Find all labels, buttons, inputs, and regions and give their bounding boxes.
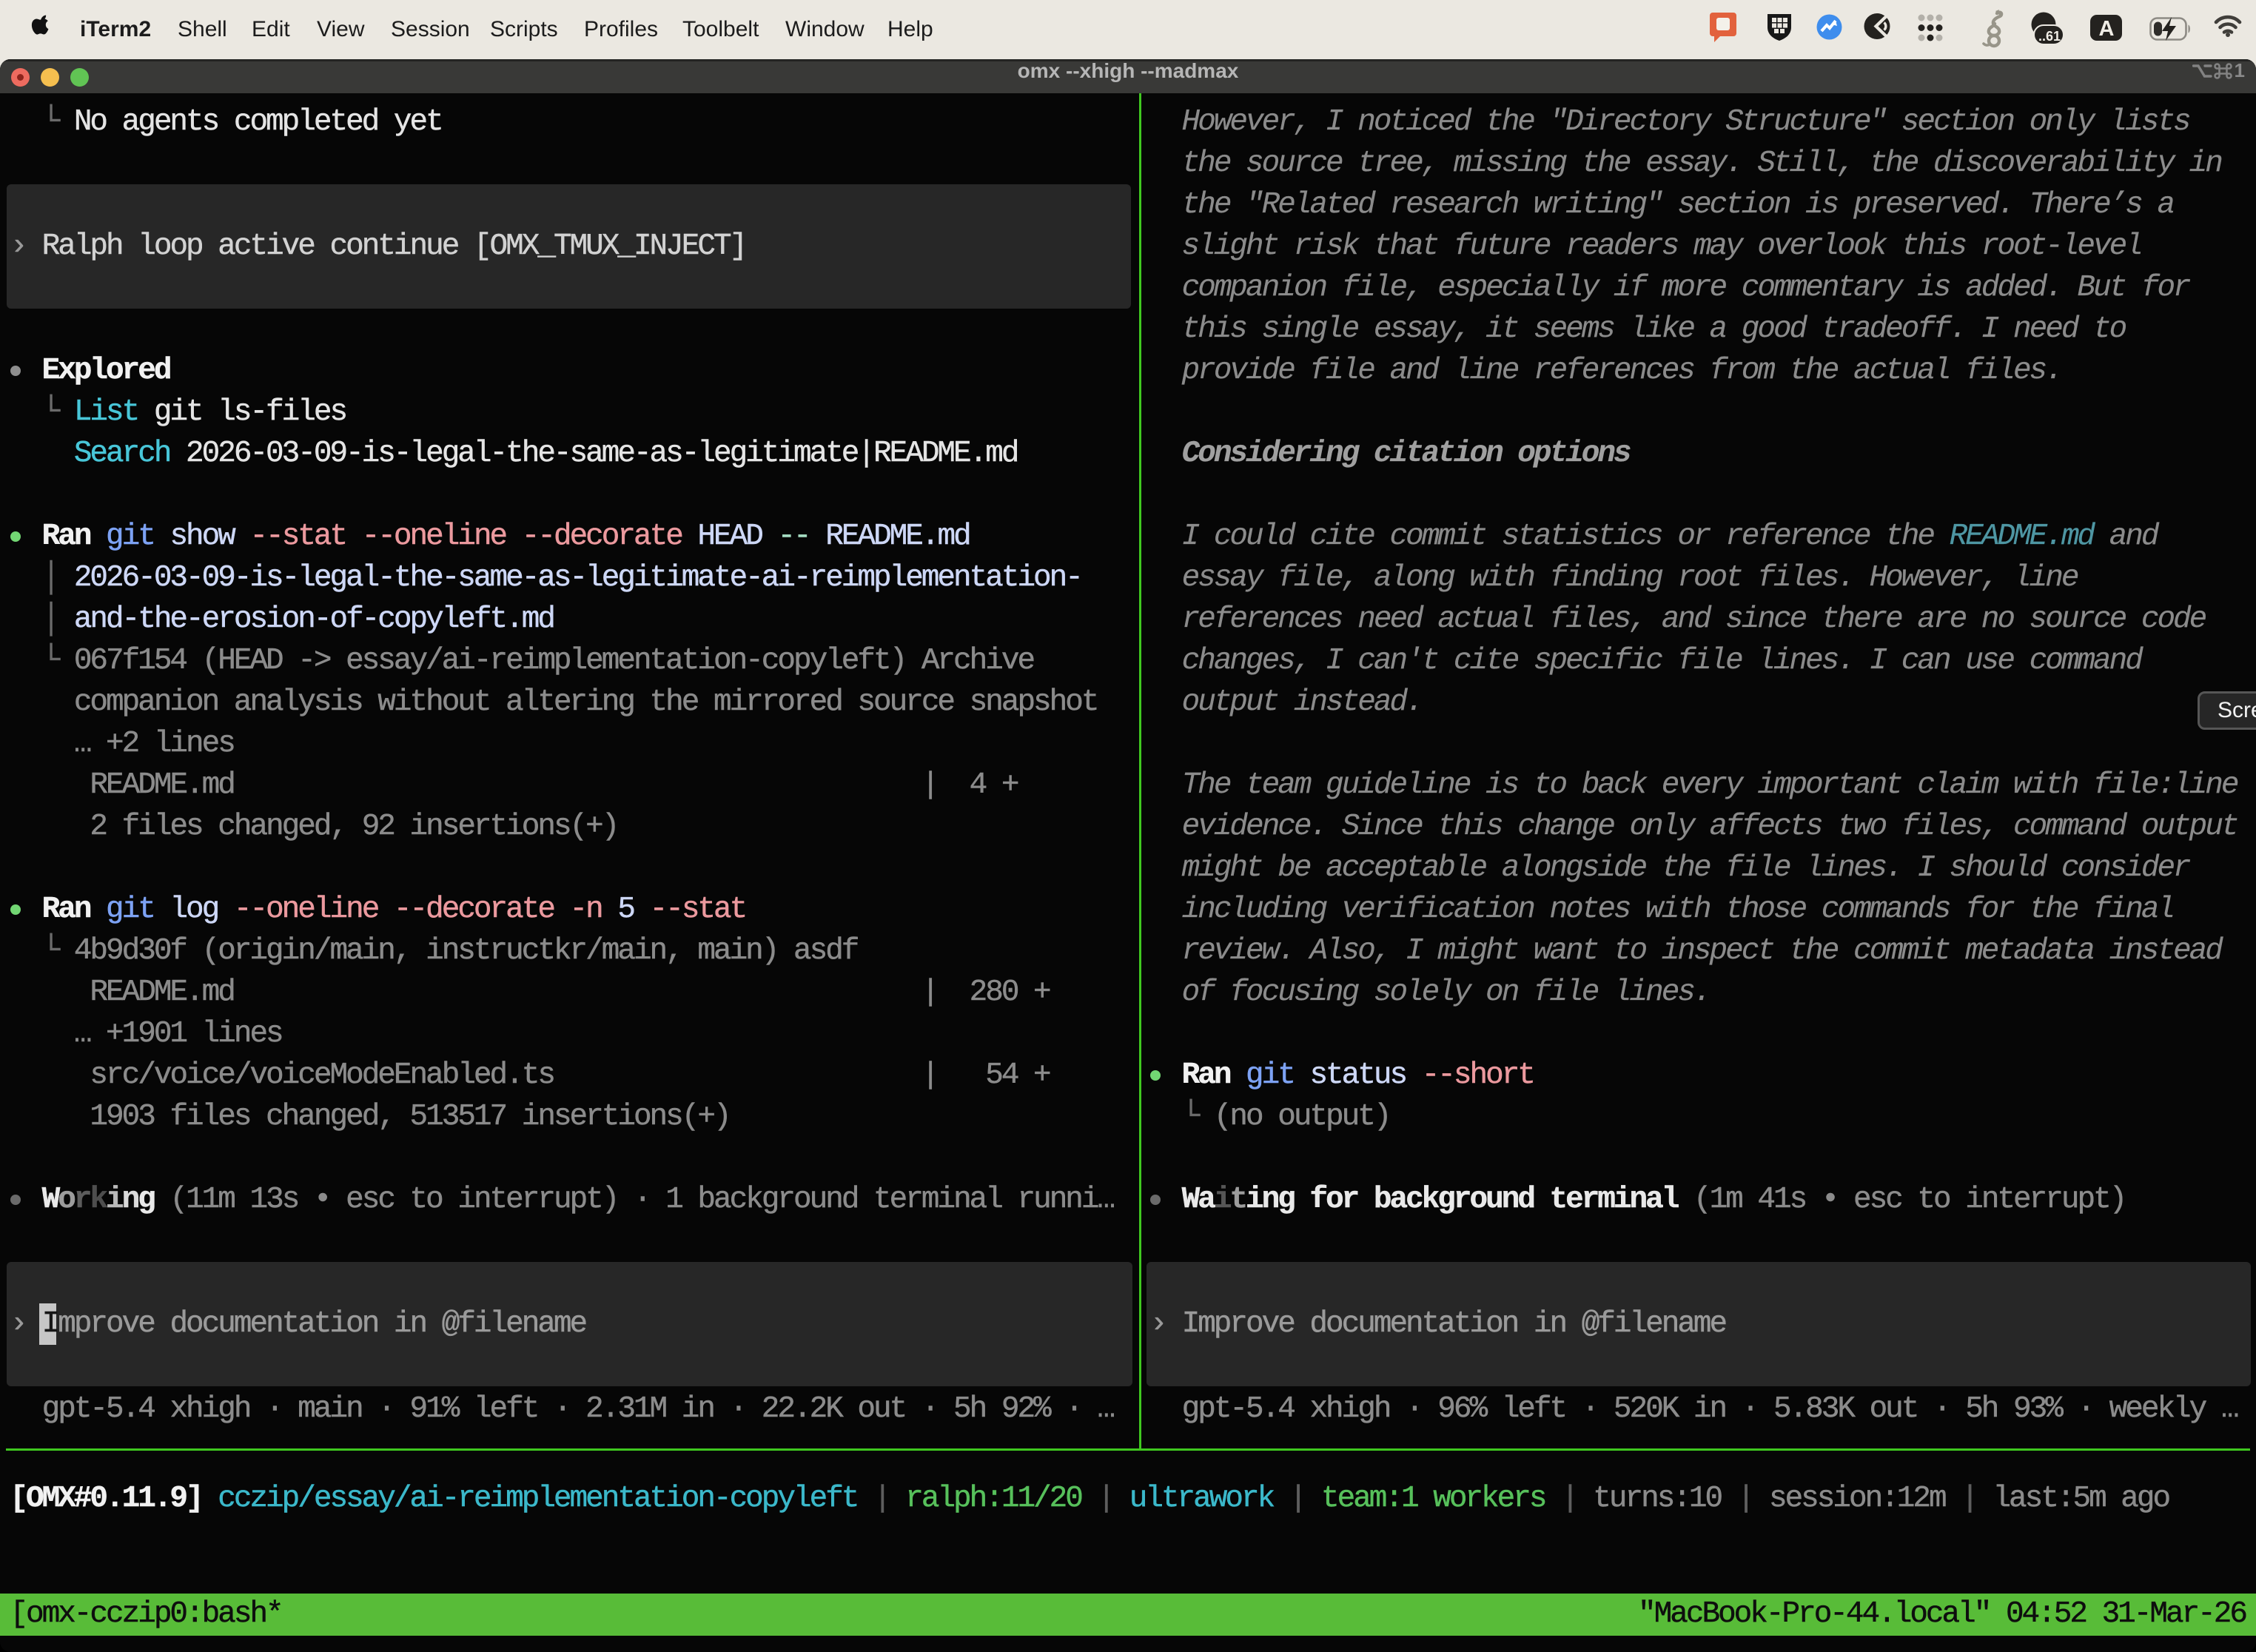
svg-text:A: A	[2099, 17, 2115, 41]
svg-text:..61: ..61	[2038, 29, 2061, 44]
